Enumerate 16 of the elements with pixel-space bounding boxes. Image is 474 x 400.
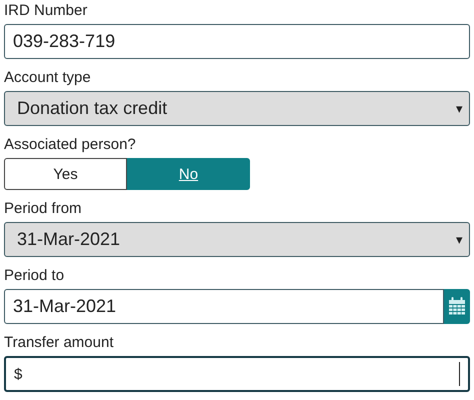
date-field[interactable]: 31-Mar-2021 — [4, 289, 444, 324]
toggle-option[interactable]: Yes — [4, 158, 127, 190]
text-cursor — [458, 362, 460, 386]
field-label: Period from — [4, 200, 82, 218]
text-field[interactable]: 039-283-719 — [4, 24, 470, 59]
field-label: IRD Number — [4, 2, 88, 20]
field-label: Transfer amount — [4, 334, 114, 352]
field-label: Account type — [4, 69, 91, 87]
dropdown[interactable]: Donation tax credit ▾ — [4, 91, 470, 126]
toggle-option[interactable]: No — [127, 158, 250, 190]
calendar-button[interactable] — [444, 289, 470, 324]
amount-field[interactable]: $ — [4, 356, 470, 392]
dropdown[interactable]: 31-Mar-2021 ▾ — [4, 222, 470, 257]
calendar-icon — [448, 297, 466, 316]
field-label: Period to — [4, 267, 64, 285]
field-label: Associated person? — [4, 136, 136, 154]
